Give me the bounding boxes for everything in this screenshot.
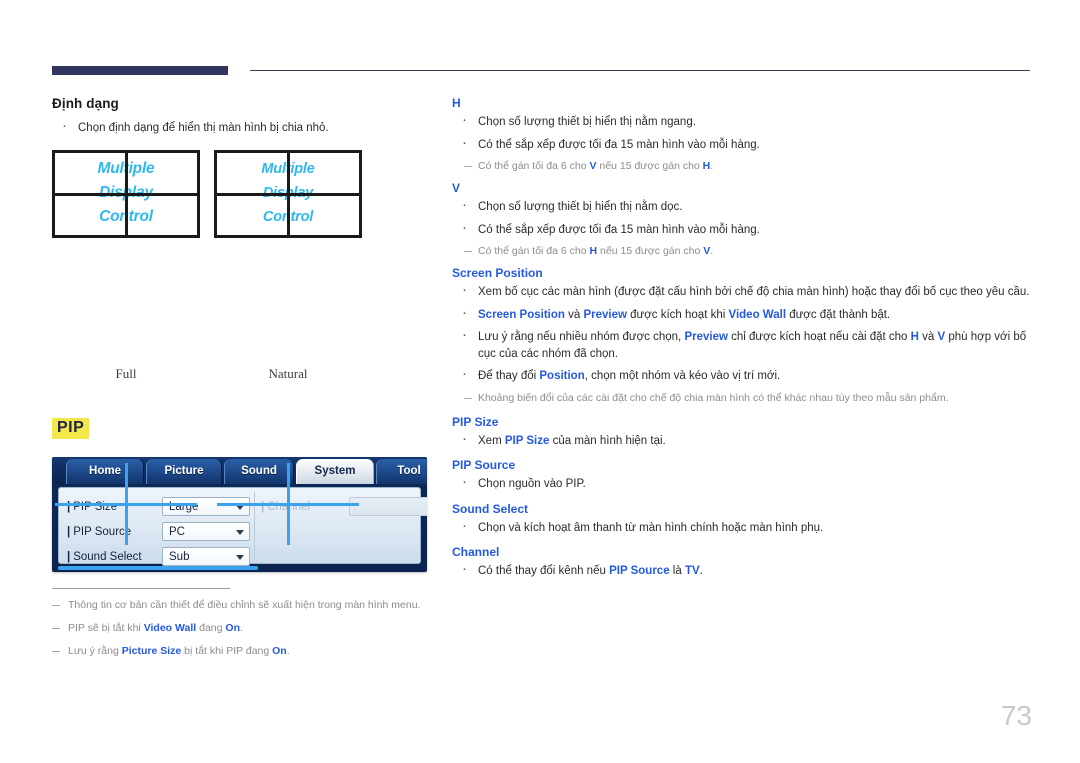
h-bullet-list: Chọn số lượng thiết bị hiển thị nằm ngan… (452, 112, 1030, 154)
panel-grid-hline (217, 192, 359, 196)
pip-source-select[interactable]: PC (162, 522, 250, 541)
term-screen-position: Screen Position (478, 308, 565, 321)
list-item: Để thay đổi Position, chọn một nhóm và k… (452, 366, 1030, 385)
list-item: Có thể thay đổi kênh nếu PIP Source là T… (452, 561, 1030, 580)
list-item: Chọn số lượng thiết bị hiển thị nằm dọc. (452, 197, 1030, 216)
term-h: H (910, 331, 919, 343)
note-v: Có thể gán tối đa 6 cho H nếu 15 được gá… (452, 244, 1030, 259)
heading-channel: Channel (452, 545, 500, 559)
list-item: Xem PIP Size của màn hình hiện tại. (452, 431, 1030, 450)
list-item: Lưu ý rằng nếu nhiều nhóm được chọn, Pre… (452, 327, 1030, 362)
footnote-divider (52, 588, 230, 589)
footnote-item: Thông tin cơ bản cần thiết để điều chỉnh… (52, 598, 442, 613)
heading-pip-source: PIP Source (452, 458, 516, 472)
videowall-illustration: Multiple Display Control Multiple Displa… (52, 150, 412, 548)
sound-select-bullet-list: Chọn và kích hoạt âm thanh từ màn hình c… (452, 518, 1030, 537)
list-item: Chọn và kích hoạt âm thanh từ màn hình c… (452, 518, 1030, 537)
term-video-wall: Video Wall (728, 308, 787, 321)
channel-bullet-list: Có thể thay đổi kênh nếu PIP Source là T… (452, 561, 1030, 580)
format-bullet-list: Chọn định dạng để hiển thị màn hình bị c… (52, 118, 432, 137)
caption-natural: Natural (268, 366, 308, 381)
term-v: V (937, 331, 946, 343)
note-h: Có thể gán tối đa 6 cho V nếu 15 được gá… (452, 159, 1030, 174)
header-rule-line (250, 70, 1030, 71)
heading-v: V (452, 181, 461, 195)
heading-pip-size: PIP Size (452, 414, 499, 429)
page-number: 73 (1000, 700, 1032, 731)
term-pip-source: PIP Source (609, 565, 670, 577)
osd-progress-bar (58, 566, 258, 570)
tab-system[interactable]: System (296, 459, 374, 484)
sound-select-select[interactable]: Sub (162, 547, 250, 566)
wall-panel-natural-text: Multiple Display Control (214, 150, 362, 238)
tab-tool[interactable]: Tool (376, 459, 427, 484)
term-h: H (589, 245, 598, 257)
heading-h: H (452, 96, 461, 110)
photo-grid-hline (217, 502, 359, 506)
term-video-wall: Video Wall (143, 622, 197, 634)
sound-select-value: Sub (169, 551, 190, 563)
pip-size-bullet-list: Xem PIP Size của màn hình hiện tại. (452, 431, 1030, 450)
footnote-item: PIP sẽ bị tắt khi Video Wall đang On. (52, 621, 442, 636)
chevron-down-icon (236, 505, 244, 510)
osd-tab-bar: Home Picture Sound System Tool (52, 457, 427, 484)
term-position: Position (539, 370, 585, 382)
channel-stepper[interactable] (349, 497, 427, 516)
right-column: H Chọn số lượng thiết bị hiển thị nằm ng… (452, 96, 1030, 586)
osd-menu-mockup: Home Picture Sound System Tool PIP Size … (52, 457, 427, 572)
term-pip-size: PIP Size (504, 434, 550, 447)
list-item: Xem bố cục các màn hình (được đặt cấu hì… (452, 282, 1030, 301)
pip-source-bullet-list: Chọn nguồn vào PIP. (452, 474, 1030, 493)
chevron-down-icon (236, 555, 244, 560)
list-item: Chọn số lượng thiết bị hiển thị nằm ngan… (452, 112, 1030, 131)
v-bullet-list: Chọn số lượng thiết bị hiển thị nằm dọc.… (452, 197, 1030, 239)
sound-select-label: Sound Select (67, 546, 141, 568)
term-on: On (272, 645, 287, 657)
caption-full: Full (115, 366, 137, 381)
pip-source-label: PIP Source (67, 521, 131, 543)
list-item: Chọn nguồn vào PIP. (452, 474, 1030, 493)
screen-position-bullet-list: Xem bố cục các màn hình (được đặt cấu hì… (452, 282, 1030, 385)
pip-source-value: PC (169, 526, 185, 538)
header-accent-bar (52, 66, 228, 75)
pip-size-select[interactable]: Large (162, 497, 250, 516)
term-preview: Preview (684, 331, 728, 343)
osd-panel-body: PIP Size Large PIP Source PC Sound Selec… (58, 487, 427, 566)
tab-sound[interactable]: Sound (224, 459, 294, 484)
term-v: V (703, 245, 711, 257)
pip-size-label: PIP Size (67, 496, 117, 518)
footnote-list: Thông tin cơ bản cần thiết để điều chỉnh… (52, 598, 442, 667)
heading-sound-select: Sound Select (452, 501, 529, 516)
list-item: Screen Position và Preview được kích hoạ… (452, 305, 1030, 324)
tab-home[interactable]: Home (66, 459, 144, 484)
heading-screen-position: Screen Position (452, 266, 543, 280)
wall-panel-full-text: Multiple Display Control (52, 150, 200, 238)
term-h: H (702, 160, 711, 172)
photo-grid-hline (55, 502, 197, 506)
list-item: Chọn định dạng để hiển thị màn hình bị c… (52, 118, 432, 137)
list-item: Có thể sắp xếp được tối đa 15 màn hình v… (452, 135, 1030, 154)
pip-section-heading: PIP (52, 418, 90, 439)
tab-picture[interactable]: Picture (146, 459, 222, 484)
list-item: Có thể sắp xếp được tối đa 15 màn hình v… (452, 220, 1030, 239)
chevron-down-icon (236, 530, 244, 535)
term-v: V (589, 160, 597, 172)
term-preview: Preview (583, 308, 627, 321)
term-tv: TV (684, 565, 700, 577)
panel-grid-hline (55, 192, 197, 196)
footnote-item: Lưu ý rằng Picture Size bị tắt khi PIP đ… (52, 644, 442, 659)
page-title: Định dạng (52, 96, 119, 111)
term-picture-size: Picture Size (121, 645, 182, 657)
left-column: Định dạng Chọn định dạng để hiển thị màn… (52, 96, 432, 143)
note-screen-position: Khoảng biến đổi của các cài đặt cho chế … (452, 391, 1030, 406)
term-on: On (225, 622, 240, 634)
